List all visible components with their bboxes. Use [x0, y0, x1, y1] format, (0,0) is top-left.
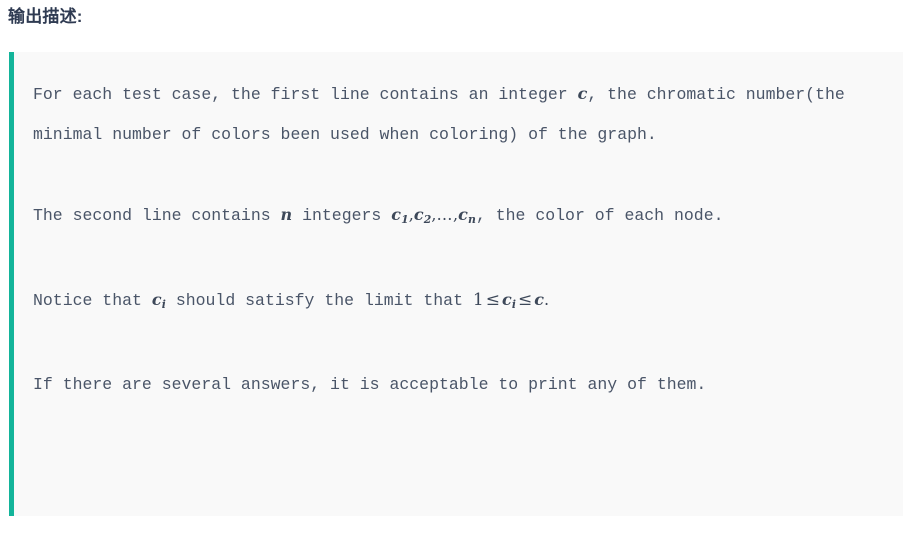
math-ellipsis: … [436, 205, 453, 224]
math-variable-c: c [578, 84, 588, 103]
page-title: 输出描述: [8, 7, 83, 26]
paragraph-gap-2 [33, 240, 885, 280]
paragraph-2-text-a: The second line contains [33, 206, 281, 225]
paragraph-1-text-a: For each test case, the first line conta… [33, 85, 578, 104]
math-var-c1-glyph: c [391, 205, 401, 224]
math-var-c2-glyph: c [413, 205, 424, 224]
paragraph-3-text-a: Notice that [33, 291, 152, 311]
math-var-ci-glyph: c [151, 290, 162, 310]
math-var-c-glyph-2: c [534, 290, 545, 310]
math-inequality-range: 1 ≤ ci ≤ c. [472, 290, 550, 311]
paragraph-2-text-b: integers [292, 206, 392, 225]
math-variable-ci: ci [151, 290, 166, 311]
paragraph-gap-1 [33, 155, 885, 195]
math-color-sequence: c1,c2,…,cn [391, 205, 476, 227]
paragraph-2-text-d: node. [673, 206, 724, 225]
math-number-one: 1 [472, 290, 484, 311]
output-description-page: 输出描述: For each test case, the first line… [0, 0, 920, 538]
paragraph-gap-3 [33, 325, 885, 365]
description-paragraph-4: If there are several answers, it is acce… [33, 365, 885, 405]
paragraph-2-text-c: , the color of each [475, 206, 665, 225]
paragraph-4-text-b: them. [656, 375, 707, 395]
math-leq-icon-2: ≤ [518, 290, 533, 311]
paragraph-3-text-b: should satisfy the limit that [165, 291, 473, 311]
description-paragraph-3: Notice that ci should satisfy the limit … [33, 280, 885, 325]
description-body: For each test case, the first line conta… [33, 74, 885, 405]
math-sub-cn: n [468, 213, 476, 227]
math-sub-c1: 1 [401, 213, 409, 227]
paragraph-1-text-c: coloring) of the graph. [429, 125, 657, 144]
math-leq-icon-1: ≤ [485, 290, 500, 311]
math-period: . [544, 290, 550, 310]
output-description-panel: For each test case, the first line conta… [9, 52, 903, 516]
math-var-cn-glyph: c [458, 205, 468, 224]
description-paragraph-2: The second line contains n integers c1,c… [33, 195, 885, 240]
paragraph-4-text-a: If there are several answers, it is acce… [33, 375, 647, 395]
math-var-ci-glyph-2: c [501, 290, 512, 310]
math-variable-n: n [281, 205, 293, 224]
description-paragraph-1: For each test case, the first line conta… [33, 74, 885, 155]
math-var-c-glyph: c [577, 84, 588, 103]
math-var-n-glyph: n [280, 205, 293, 224]
